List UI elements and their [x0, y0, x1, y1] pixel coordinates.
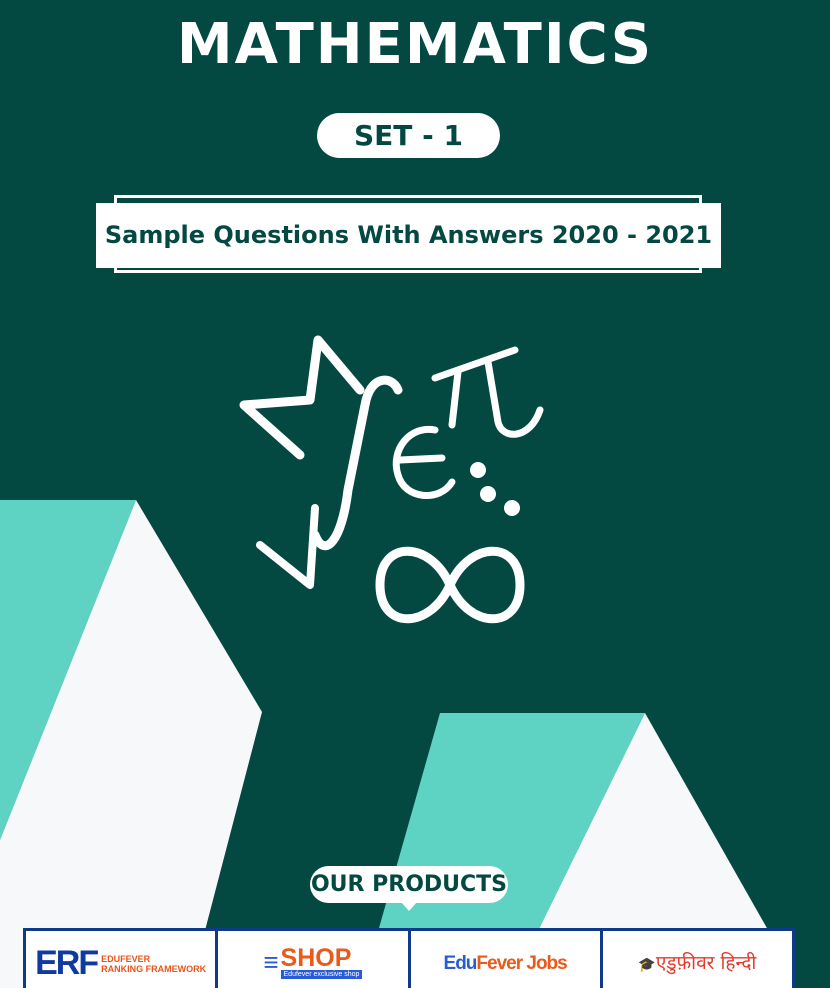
shop-tagline: Edufever exclusive shop	[280, 970, 363, 979]
hindi-logo-icon: 🎓एडुफ़ीवर हिन्दी	[638, 949, 756, 975]
product-jobs[interactable]: EduFever Jobs	[411, 931, 603, 988]
product-hindi[interactable]: 🎓एडुफ़ीवर हिन्दी	[603, 931, 792, 988]
jobs-logo-part2: Fever Jobs	[476, 952, 567, 974]
page-title: MATHEMATICS	[176, 12, 654, 77]
erf-logo-icon: ERF EDUFEVER RANKING FRAMEWORK	[35, 944, 206, 983]
our-products-heading: OUR PRODUCTS	[310, 866, 508, 911]
shop-word: SHOP	[280, 944, 352, 972]
graduation-cap-icon: 🎓	[638, 956, 656, 973]
hindi-logo-text: एडुफ़ीवर हिन्दी	[655, 951, 757, 974]
subtitle-banner: Sample Questions With Answers 2020 - 202…	[96, 203, 721, 268]
erf-mark: ERF	[35, 944, 99, 982]
products-strip: ERF EDUFEVER RANKING FRAMEWORK ≡ SHOP Ed…	[23, 928, 795, 988]
product-shop[interactable]: ≡ SHOP Edufever exclusive shop	[218, 931, 411, 988]
set-badge: SET - 1	[317, 113, 500, 158]
jobs-logo-part1: Edu	[443, 952, 478, 974]
erf-line2: RANKING FRAMEWORK	[101, 963, 207, 974]
jobs-logo-icon: EduFever Jobs	[443, 952, 568, 975]
math-symbols-icon	[239, 335, 544, 624]
erf-line1: EDUFEVER	[101, 953, 151, 964]
shop-logo-icon: ≡ SHOP Edufever exclusive shop	[263, 944, 363, 979]
product-erf[interactable]: ERF EDUFEVER RANKING FRAMEWORK	[26, 931, 219, 988]
